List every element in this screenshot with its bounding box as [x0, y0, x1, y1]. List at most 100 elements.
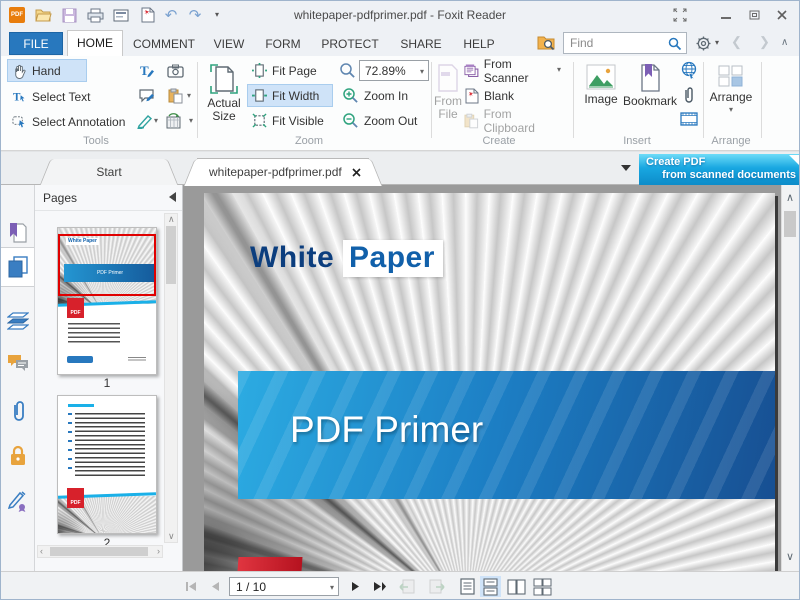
scroll-left-icon[interactable]: ‹: [40, 547, 43, 556]
stamp-caret-icon[interactable]: ▾: [189, 117, 193, 125]
thumbnails-horizontal-scrollbar[interactable]: ‹ ›: [37, 545, 163, 558]
arrange-button[interactable]: Arrange ▾: [707, 59, 755, 135]
tab-protect[interactable]: PROTECT: [317, 34, 383, 54]
tools-group-caption: Tools: [56, 135, 136, 147]
scroll-up-icon[interactable]: ∧: [168, 215, 175, 224]
previous-page-button[interactable]: [205, 577, 225, 596]
insert-video-button[interactable]: [679, 108, 699, 130]
snapshot-button[interactable]: [165, 60, 185, 82]
page-thumbnail-1[interactable]: White Paper PDF Primer PDF: [57, 227, 157, 375]
vscroll-thumb[interactable]: [166, 226, 176, 284]
rotate-stamp-button[interactable]: [163, 110, 183, 132]
zoom-level-combo[interactable]: 72.89% ▾: [359, 60, 429, 81]
zoom-in-button[interactable]: Zoom In: [337, 84, 425, 107]
single-page-view-button[interactable]: [457, 576, 478, 597]
fit-page-button[interactable]: Fit Page: [247, 59, 333, 82]
note-comment-button[interactable]: [137, 85, 157, 107]
close-button[interactable]: [771, 7, 793, 23]
last-page-button[interactable]: [369, 577, 389, 596]
signatures-panel-button[interactable]: [1, 481, 34, 521]
restore-button[interactable]: [743, 7, 765, 23]
tab-home[interactable]: HOME: [67, 30, 123, 56]
scroll-down-icon[interactable]: ∨: [168, 532, 175, 541]
find-box: [563, 32, 687, 54]
collapse-ribbon-icon[interactable]: ∧: [781, 37, 788, 48]
security-panel-button[interactable]: [1, 435, 34, 475]
attachments-panel-button[interactable]: [1, 391, 34, 431]
history-back-icon[interactable]: ❮: [731, 34, 742, 50]
fit-width-label: Fit Width: [272, 89, 319, 103]
pdf-page[interactable]: White Paper PDF Primer: [204, 193, 775, 571]
tab-comment[interactable]: COMMENT: [131, 34, 197, 54]
create-blank-button[interactable]: Blank: [459, 84, 529, 107]
minimize-button[interactable]: [715, 7, 737, 23]
zoom-out-button[interactable]: Zoom Out: [337, 109, 425, 132]
find-input[interactable]: [568, 34, 664, 52]
create-from-clipboard-button[interactable]: From Clipboard: [459, 109, 569, 132]
fit-width-button[interactable]: Fit Width: [247, 84, 333, 107]
pages-panel-title: Pages: [43, 191, 77, 205]
from-scanner-caret-icon[interactable]: ▾: [557, 66, 561, 74]
insert-image-button[interactable]: Image: [579, 59, 623, 135]
select-text-button[interactable]: T Select Text: [7, 85, 117, 108]
tab-document-active[interactable]: whitepaper-pdfprimer.pdf: [197, 159, 369, 186]
comments-panel-button[interactable]: [1, 343, 34, 383]
fullscreen-icon[interactable]: [669, 7, 691, 23]
next-view-button[interactable]: [427, 577, 447, 596]
layers-panel-button[interactable]: [1, 301, 34, 341]
typewriter-button[interactable]: T: [137, 60, 157, 82]
bookmark-icon: [638, 64, 662, 92]
page-number-combo[interactable]: 1 / 10 ▾: [229, 577, 339, 596]
previous-view-button[interactable]: [397, 577, 417, 596]
hand-tool-button[interactable]: Hand: [7, 59, 87, 82]
doc-title: White Paper: [250, 241, 443, 275]
tab-start[interactable]: Start: [53, 159, 165, 185]
ribbon-home: Hand T Select Text Select Annotation T ▾…: [1, 56, 799, 151]
document-view[interactable]: White Paper PDF Primer: [183, 185, 781, 571]
continuous-view-button[interactable]: [480, 576, 501, 597]
image-icon: [586, 64, 616, 90]
paste-button[interactable]: [165, 85, 185, 107]
next-page-button[interactable]: [345, 577, 365, 596]
search-folder-icon[interactable]: [537, 34, 556, 51]
settings-caret-icon[interactable]: ▾: [715, 39, 719, 47]
signature-panel-icon: [8, 491, 28, 512]
insert-bookmark-button[interactable]: Bookmark: [623, 59, 677, 135]
typewriter-icon: T: [139, 63, 155, 79]
continuous-facing-view-button[interactable]: [532, 576, 553, 597]
paste-caret-icon[interactable]: ▾: [187, 92, 191, 100]
insert-weblink-button[interactable]: [679, 59, 699, 81]
settings-gear-icon[interactable]: [695, 35, 712, 52]
doc-scroll-down-icon[interactable]: ∨: [786, 552, 794, 563]
facing-view-button[interactable]: [506, 576, 527, 597]
history-forward-icon[interactable]: ❯: [759, 34, 770, 50]
page-thumbnail-2[interactable]: PDF: [57, 395, 157, 534]
tab-view[interactable]: VIEW: [207, 34, 251, 54]
thumb1-viewport-rect[interactable]: [58, 234, 156, 296]
thumbnails-vertical-scrollbar[interactable]: ∧ ∨: [164, 213, 178, 543]
blank-page-icon: [464, 88, 479, 104]
insert-attachment-button[interactable]: [679, 84, 699, 106]
create-pdf-promo-banner[interactable]: Create PDF from scanned documents: [639, 154, 800, 185]
doc-vscroll-thumb[interactable]: [784, 211, 796, 237]
tab-form[interactable]: FORM: [259, 34, 307, 54]
tab-list-caret-icon[interactable]: [621, 165, 631, 171]
tab-share[interactable]: SHARE: [395, 34, 447, 54]
comments-panel-icon: [7, 354, 29, 373]
actual-size-button[interactable]: Actual Size: [201, 59, 247, 135]
highlighter-caret-icon[interactable]: ▾: [154, 117, 158, 125]
collapse-panel-icon[interactable]: [169, 192, 176, 202]
hscroll-thumb[interactable]: [50, 547, 148, 556]
tab-file[interactable]: FILE: [9, 32, 63, 55]
pages-panel-button[interactable]: [1, 247, 34, 287]
scroll-right-icon[interactable]: ›: [157, 547, 160, 556]
document-vertical-scrollbar[interactable]: ∧ ∨: [781, 185, 798, 571]
fit-visible-button[interactable]: Fit Visible: [247, 109, 337, 132]
create-from-scanner-button[interactable]: From Scanner: [459, 59, 559, 82]
first-page-button[interactable]: [181, 577, 201, 596]
tab-close-icon[interactable]: [352, 168, 361, 177]
highlighter-button[interactable]: [134, 110, 154, 132]
tab-help[interactable]: HELP: [457, 34, 501, 54]
status-bar: 1 / 10 ▾ 72.89% ▾ −: [1, 571, 799, 600]
doc-scroll-up-icon[interactable]: ∧: [786, 193, 794, 204]
